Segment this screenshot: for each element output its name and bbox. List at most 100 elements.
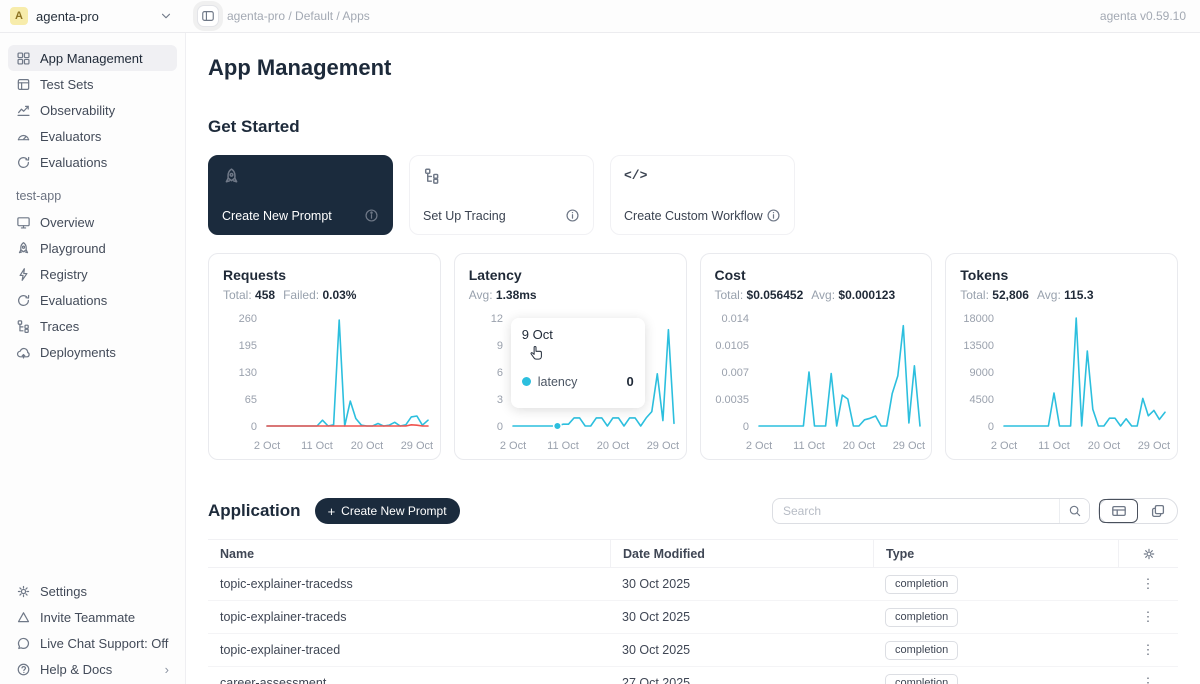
table-row[interactable]: career-assessment 27 Oct 2025 completion… bbox=[208, 667, 1178, 684]
svg-text:18000: 18000 bbox=[964, 313, 995, 325]
tooltip-row: latency 0 bbox=[522, 374, 634, 389]
sidebar-item-observability[interactable]: Observability bbox=[8, 97, 177, 123]
chart-stats: Avg: 1.38ms bbox=[469, 288, 672, 302]
create-new-prompt-card[interactable]: Create New Prompt bbox=[208, 155, 393, 235]
table-header: Name Date Modified Type bbox=[208, 539, 1178, 568]
org-name: agenta-pro bbox=[36, 9, 151, 24]
sidebar-item-label: Evaluations bbox=[40, 155, 107, 170]
sidebar-toggle-button[interactable] bbox=[197, 5, 219, 27]
latency-card: Latency Avg: 1.38ms 0369122 Oct11 Oct20 … bbox=[454, 253, 687, 460]
sidebar-item-label: Playground bbox=[40, 241, 106, 256]
column-settings-button[interactable] bbox=[1118, 540, 1178, 567]
svg-text:2 Oct: 2 Oct bbox=[991, 440, 1017, 452]
sidebar-item-test-sets[interactable]: Test Sets bbox=[8, 71, 177, 97]
gauge-icon bbox=[16, 129, 31, 144]
table-row[interactable]: topic-explainer-tracedss 30 Oct 2025 com… bbox=[208, 568, 1178, 601]
tooltip-date: 9 Oct bbox=[522, 327, 634, 342]
column-header-date-modified: Date Modified bbox=[610, 540, 873, 567]
svg-text:13500: 13500 bbox=[964, 340, 995, 352]
svg-text:0.007: 0.007 bbox=[721, 367, 749, 379]
search-button[interactable] bbox=[1059, 499, 1089, 523]
svg-text:0: 0 bbox=[988, 421, 994, 433]
chevron-right-icon: › bbox=[165, 662, 169, 677]
info-icon[interactable] bbox=[364, 208, 379, 223]
type-badge: completion bbox=[885, 575, 958, 594]
tooltip-series: latency bbox=[538, 375, 578, 389]
svg-text:0.0105: 0.0105 bbox=[715, 340, 749, 352]
info-icon[interactable] bbox=[766, 208, 781, 223]
create-new-prompt-button[interactable]: + Create New Prompt bbox=[315, 498, 460, 524]
sidebar: App Management Test Sets Observability E… bbox=[0, 33, 186, 684]
chart-title: Tokens bbox=[960, 267, 1163, 284]
svg-text:195: 195 bbox=[239, 340, 257, 352]
application-header: Application + Create New Prompt bbox=[208, 498, 1178, 524]
sidebar-item-label: Evaluations bbox=[40, 293, 107, 308]
chart-stats: Total: $0.056452Avg: $0.000123 bbox=[715, 288, 918, 302]
sidebar-item-label: Traces bbox=[40, 319, 79, 334]
requests-chart: 0651301952602 Oct11 Oct20 Oct29 Oct bbox=[209, 306, 440, 456]
sidebar-item-label: Live Chat Support: Off bbox=[40, 636, 168, 651]
create-custom-workflow-card[interactable]: </> Create Custom Workflow bbox=[610, 155, 795, 235]
monitor-icon bbox=[16, 215, 31, 230]
svg-text:2 Oct: 2 Oct bbox=[254, 440, 280, 452]
cloud-icon bbox=[16, 345, 31, 360]
type-badge: completion bbox=[885, 674, 958, 684]
sidebar-item-evaluators[interactable]: Evaluators bbox=[8, 123, 177, 149]
table-row[interactable]: topic-explainer-traced 30 Oct 2025 compl… bbox=[208, 634, 1178, 667]
sidebar-item-evaluations-app[interactable]: Evaluations bbox=[8, 287, 177, 313]
sidebar-item-deployments[interactable]: Deployments bbox=[8, 339, 177, 365]
svg-text:4500: 4500 bbox=[970, 394, 994, 406]
sidebar-item-traces[interactable]: Traces bbox=[8, 313, 177, 339]
chart-title: Requests bbox=[223, 267, 426, 284]
sidebar-item-label: Overview bbox=[40, 215, 94, 230]
sidebar-item-invite-teammate[interactable]: Invite Teammate bbox=[8, 604, 177, 630]
rocket-icon bbox=[222, 167, 241, 186]
sidebar-app-section-label: test-app bbox=[16, 189, 177, 203]
chart-title: Cost bbox=[715, 267, 918, 284]
row-actions-button[interactable]: ⋮ bbox=[1136, 609, 1161, 625]
tokens-chart: 04500900013500180002 Oct11 Oct20 Oct29 O… bbox=[946, 306, 1177, 456]
line-chart-icon bbox=[16, 103, 31, 118]
sidebar-item-app-management[interactable]: App Management bbox=[8, 45, 177, 71]
svg-text:29 Oct: 29 Oct bbox=[401, 440, 433, 452]
breadcrumb[interactable]: agenta-pro / Default / Apps bbox=[227, 9, 370, 23]
table-view-button[interactable] bbox=[1099, 499, 1138, 523]
svg-text:9: 9 bbox=[497, 340, 503, 352]
chevron-down-icon bbox=[159, 9, 173, 23]
sidebar-item-playground[interactable]: Playground bbox=[8, 235, 177, 261]
sidebar-item-settings[interactable]: Settings bbox=[8, 578, 177, 604]
sidebar-item-live-chat[interactable]: Live Chat Support: Off bbox=[8, 630, 177, 656]
requests-card: Requests Total: 458Failed: 0.03% 0651301… bbox=[208, 253, 441, 460]
sidebar-item-overview[interactable]: Overview bbox=[8, 209, 177, 235]
cell-name: topic-explainer-traced bbox=[208, 643, 610, 657]
cost-chart: 00.00350.0070.01050.0142 Oct11 Oct20 Oct… bbox=[701, 306, 932, 456]
table-view-icon bbox=[1111, 503, 1127, 519]
sidebar-item-label: Evaluators bbox=[40, 129, 101, 144]
tooltip-value: 0 bbox=[627, 374, 634, 389]
svg-text:130: 130 bbox=[239, 367, 257, 379]
cell-name: topic-explainer-tracedss bbox=[208, 577, 610, 591]
sidebar-item-help-docs[interactable]: Help & Docs › bbox=[8, 656, 177, 682]
hand-cursor-icon bbox=[527, 344, 545, 364]
card-view-button[interactable] bbox=[1138, 499, 1177, 523]
info-icon[interactable] bbox=[565, 208, 580, 223]
search-input[interactable] bbox=[773, 504, 1059, 518]
sidebar-item-label: Invite Teammate bbox=[40, 610, 135, 625]
gear-icon bbox=[1142, 547, 1156, 561]
type-badge: completion bbox=[885, 641, 958, 660]
get-started-cards: Create New Prompt Set Up Tracing </> Cre… bbox=[208, 155, 1178, 235]
row-actions-button[interactable]: ⋮ bbox=[1136, 642, 1161, 658]
row-actions-button[interactable]: ⋮ bbox=[1136, 576, 1161, 592]
app-version: agenta v0.59.10 bbox=[1100, 9, 1186, 23]
table-row[interactable]: topic-explainer-traceds 30 Oct 2025 comp… bbox=[208, 601, 1178, 634]
card-label: Set Up Tracing bbox=[423, 209, 506, 223]
search-box bbox=[772, 498, 1090, 524]
row-actions-button[interactable]: ⋮ bbox=[1136, 675, 1161, 684]
sidebar-item-registry[interactable]: Registry bbox=[8, 261, 177, 287]
tree-icon bbox=[16, 319, 31, 334]
sidebar-item-evaluations[interactable]: Evaluations bbox=[8, 149, 177, 175]
metrics-cards: Requests Total: 458Failed: 0.03% 0651301… bbox=[208, 253, 1178, 460]
top-bar: A agenta-pro agenta-pro / Default / Apps… bbox=[0, 0, 1200, 33]
org-switcher[interactable]: A agenta-pro bbox=[0, 0, 185, 32]
set-up-tracing-card[interactable]: Set Up Tracing bbox=[409, 155, 594, 235]
